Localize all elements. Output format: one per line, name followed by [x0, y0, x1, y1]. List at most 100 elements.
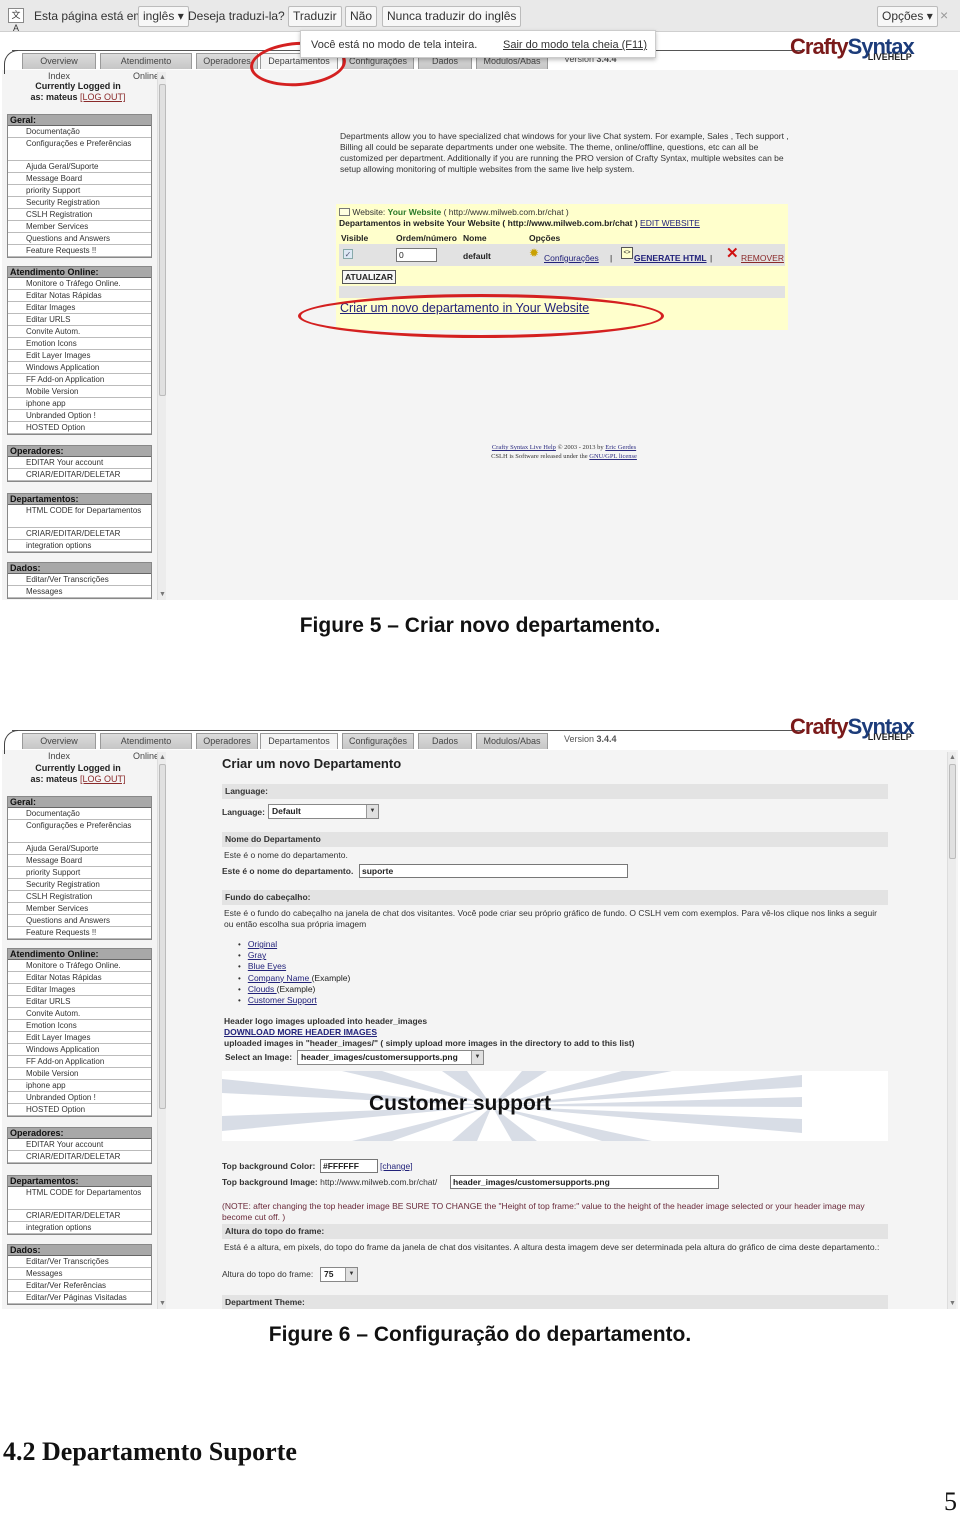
header-option-link[interactable]: Blue Eyes	[248, 961, 286, 971]
tab-overview-index[interactable]: Overview Index	[22, 733, 96, 761]
sidebar-item[interactable]: Editar/Ver Páginas Visitadas	[8, 1292, 151, 1304]
sidebar-item[interactable]: Member Services	[8, 221, 151, 233]
sidebar-item[interactable]: integration options	[8, 540, 151, 552]
department-name-input[interactable]: suporte	[359, 864, 628, 878]
sidebar-item[interactable]: CRIAR/EDITAR/DELETAR	[8, 1210, 151, 1222]
exit-fullscreen-link[interactable]: Sair do modo tela cheia (F11)	[503, 39, 647, 51]
tab-dados[interactable]: Dados	[418, 733, 472, 749]
sidebar-item[interactable]: Ajuda Geral/Suporte	[8, 843, 151, 855]
no-button[interactable]: Não	[345, 6, 378, 27]
sidebar-item[interactable]: FF Add-on Application	[8, 1056, 151, 1068]
tab-operadores[interactable]: Operadores	[196, 53, 258, 69]
sidebar-item[interactable]: Monitore o Tráfego Online.	[8, 960, 151, 972]
sidebar-item[interactable]: Unbranded Option !	[8, 410, 151, 422]
sidebar-item[interactable]: HTML CODE for Departamentos	[8, 1187, 151, 1210]
sidebar-item[interactable]: CRIAR/EDITAR/DELETAR	[8, 1151, 151, 1163]
change-color-link[interactable]: [change]	[380, 1161, 413, 1172]
close-icon[interactable]: ×	[940, 7, 948, 23]
sidebar-item[interactable]: priority Support	[8, 867, 151, 879]
sidebar-item[interactable]: CRIAR/EDITAR/DELETAR	[8, 528, 151, 540]
header-option-link[interactable]: Original	[248, 939, 277, 949]
logout-link[interactable]: [LOG OUT]	[80, 774, 126, 784]
gpl-license-link[interactable]: GNU/GPL license	[589, 453, 637, 460]
author-link[interactable]: Eric Gerdes	[605, 444, 636, 451]
header-option-link[interactable]: Company Name	[248, 973, 312, 983]
tab-atendimento-online[interactable]: Atendimento Online	[100, 53, 192, 81]
sidebar-item[interactable]: CSLH Registration	[8, 209, 151, 221]
sidebar-item[interactable]: Documentação	[8, 126, 151, 138]
sidebar-item[interactable]: Member Services	[8, 903, 151, 915]
never-translate-button[interactable]: Nunca traduzir do inglês	[382, 6, 522, 27]
tab-operadores[interactable]: Operadores	[196, 733, 258, 749]
translate-button[interactable]: Traduzir	[288, 6, 342, 27]
sidebar-scrollbar[interactable]: ▲ ▼	[157, 752, 166, 1309]
tab-overview-index[interactable]: Overview Index	[22, 53, 96, 81]
sidebar-item[interactable]: Questions and Answers	[8, 233, 151, 245]
generate-html-link[interactable]: GENERATE HTML	[634, 253, 707, 263]
sidebar-item[interactable]: FF Add-on Application	[8, 374, 151, 386]
tab-atendimento-online[interactable]: Atendimento Online	[100, 733, 192, 761]
crafty-syntax-link[interactable]: Crafty Syntax Live Help	[492, 444, 556, 451]
sidebar-item[interactable]: Documentação	[8, 808, 151, 820]
sidebar-item[interactable]: CRIAR/EDITAR/DELETAR	[8, 469, 151, 481]
atualizar-button[interactable]: ATUALIZAR	[342, 270, 396, 284]
options-button[interactable]: Opções ▾	[877, 6, 938, 27]
sidebar-item[interactable]: Questions and Answers	[8, 915, 151, 927]
sidebar-item[interactable]: Security Registration	[8, 879, 151, 891]
sidebar-item[interactable]: Emotion Icons	[8, 338, 151, 350]
remover-link[interactable]: REMOVER	[741, 253, 784, 263]
sidebar-item[interactable]: HTML CODE for Departamentos	[8, 505, 151, 528]
bg-image-input[interactable]: header_images/customersupports.png	[450, 1175, 719, 1189]
sidebar-item[interactable]: Monitore o Tráfego Online.	[8, 278, 151, 290]
tab-configura-es[interactable]: Configurações	[342, 733, 414, 749]
sidebar-item[interactable]: Message Board	[8, 173, 151, 185]
sidebar-item[interactable]: Messages	[8, 1268, 151, 1280]
sidebar-item[interactable]: Emotion Icons	[8, 1020, 151, 1032]
sidebar-item[interactable]: Configurações e Preferências	[8, 138, 151, 161]
sidebar-item[interactable]: Editar/Ver Referências	[8, 1280, 151, 1292]
sidebar-item[interactable]: Message Board	[8, 855, 151, 867]
sidebar-item[interactable]: Editar Notas Rápidas	[8, 972, 151, 984]
download-more-link[interactable]: DOWNLOAD MORE HEADER IMAGES	[224, 1027, 377, 1038]
sidebar-item[interactable]: Editar Notas Rápidas	[8, 290, 151, 302]
bg-color-input[interactable]: #FFFFFF	[320, 1159, 378, 1173]
configuracoes-link[interactable]: Configurações	[544, 253, 599, 263]
header-option-link[interactable]: Customer Support	[248, 995, 317, 1005]
sidebar-item[interactable]: HOSTED Option	[8, 1104, 151, 1116]
sidebar-item[interactable]: HOSTED Option	[8, 422, 151, 434]
header-option-link[interactable]: Clouds	[248, 984, 277, 994]
sidebar-item[interactable]: Configurações e Preferências	[8, 820, 151, 843]
sidebar-item[interactable]: Windows Application	[8, 362, 151, 374]
sidebar-item[interactable]: Convite Autom.	[8, 326, 151, 338]
language-dropdown[interactable]: inglês ▾	[138, 6, 189, 27]
sidebar-item[interactable]: Edit Layer Images	[8, 350, 151, 362]
sidebar-item[interactable]: integration options	[8, 1222, 151, 1234]
sidebar-scrollbar[interactable]: ▲ ▼	[157, 72, 166, 600]
order-input[interactable]: 0	[396, 248, 437, 262]
sidebar-item[interactable]: Mobile Version	[8, 1068, 151, 1080]
sidebar-item[interactable]: Security Registration	[8, 197, 151, 209]
sidebar-item[interactable]: Unbranded Option !	[8, 1092, 151, 1104]
sidebar-item[interactable]: Feature Requests !!	[8, 245, 151, 257]
visible-checkbox[interactable]: ✓	[343, 249, 353, 259]
language-select[interactable]: Default ▼	[268, 804, 379, 819]
logout-link[interactable]: [LOG OUT]	[80, 92, 126, 102]
sidebar-item[interactable]: Edit Layer Images	[8, 1032, 151, 1044]
sidebar-item[interactable]: EDITAR Your account	[8, 1139, 151, 1151]
tab-departamentos[interactable]: Departamentos	[260, 733, 338, 749]
sidebar-item[interactable]: priority Support	[8, 185, 151, 197]
header-option-link[interactable]: Gray	[248, 950, 266, 960]
sidebar-item[interactable]: Editar/Ver Transcrições	[8, 1256, 151, 1268]
sidebar-item[interactable]: Editar Images	[8, 302, 151, 314]
sidebar-item[interactable]: Editar URLS	[8, 996, 151, 1008]
edit-website-link[interactable]: EDIT WEBSITE	[640, 218, 700, 228]
content-scrollbar[interactable]: ▲ ▼	[947, 752, 956, 1309]
sidebar-item[interactable]: Ajuda Geral/Suporte	[8, 161, 151, 173]
sidebar-item[interactable]: CSLH Registration	[8, 891, 151, 903]
sidebar-item[interactable]: Editar URLS	[8, 314, 151, 326]
tab-modulos-abas[interactable]: Modulos/Abas	[476, 733, 548, 749]
sidebar-item[interactable]: Windows Application	[8, 1044, 151, 1056]
sidebar-item[interactable]: EDITAR Your account	[8, 457, 151, 469]
frame-height-select[interactable]: 75 ▼	[320, 1267, 358, 1282]
sidebar-item[interactable]: Convite Autom.	[8, 1008, 151, 1020]
